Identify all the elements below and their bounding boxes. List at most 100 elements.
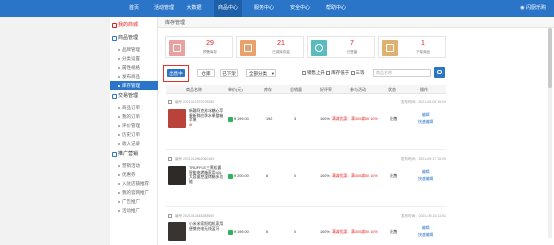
- nav-service[interactable]: 服务中心: [250, 0, 278, 17]
- sidebar-item-my-orders[interactable]: 我的订单: [110, 112, 158, 121]
- quick-edit-link[interactable]: 快速编辑: [418, 120, 433, 125]
- product-rating: 100%: [320, 230, 330, 234]
- sidebar-item-ads[interactable]: 广告推广: [110, 197, 158, 206]
- sidebar-item-activity-promo[interactable]: 活动推广: [110, 206, 158, 215]
- clock-icon: [311, 40, 327, 56]
- nav-bigdata[interactable]: 大数据: [180, 0, 208, 17]
- quick-edit-link[interactable]: 快速编辑: [418, 233, 433, 238]
- row-checkbox[interactable]: [168, 157, 172, 161]
- warehouse-button[interactable]: 仓库: [197, 69, 215, 77]
- row-checkbox[interactable]: [168, 100, 172, 104]
- table-row: 编号 2021012372078280 发布时间：2021-09-05 15:0…: [166, 98, 446, 150]
- product-name[interactable]: TRUFFLE三黑松露智能电烤箱家用40L大容量控温烤箱多功能: [189, 166, 225, 184]
- stat-sold-out[interactable]: 7 已售罄: [307, 36, 375, 58]
- check-sales-up[interactable]: [302, 70, 306, 75]
- row-checkbox[interactable]: [168, 214, 172, 218]
- product-thumbnail[interactable]: [168, 222, 186, 241]
- product-stock: 192: [266, 117, 273, 121]
- col-activity: 参与活动: [350, 87, 366, 92]
- row-time: 发布时间：2021-09-17 15:09: [400, 156, 446, 161]
- sidebar-item-attributes[interactable]: 属性规格: [110, 63, 158, 72]
- cart-icon: [382, 40, 398, 56]
- sidebar-group-my-mall[interactable]: 我的商城: [110, 21, 158, 30]
- scrollbar-thumb[interactable]: [548, 28, 552, 88]
- sidebar-item-brands[interactable]: 品牌管理: [110, 45, 158, 54]
- sidebar: 我的商城 商品管理 品牌管理 分类设置 属性规格 发布商品 库存管理 交易管理 …: [110, 17, 158, 245]
- product-status: 出售: [390, 230, 398, 234]
- sidebar-item-income[interactable]: 收入记录: [110, 139, 158, 148]
- edit-tag-icon[interactable]: [228, 230, 233, 235]
- col-status: 状态: [388, 87, 396, 92]
- scrollbar[interactable]: [548, 28, 552, 238]
- product-activity: 满减优惠：满300减50 10%: [332, 230, 378, 234]
- product-thumbnail[interactable]: [168, 166, 186, 185]
- product-sales: 0: [294, 230, 297, 234]
- nav-products[interactable]: 商品中心: [214, 0, 242, 17]
- search-input[interactable]: 商品名称: [373, 69, 431, 77]
- product-thumbnail[interactable]: [168, 109, 186, 128]
- tab-inventory[interactable]: 库存管理: [165, 19, 185, 26]
- product-activity: 满减优惠：满300减50 10%: [332, 174, 378, 178]
- tab-bar: 库存管理: [158, 17, 554, 28]
- user-menu[interactable]: ◉ 闪厨乐购: [520, 0, 546, 17]
- product-sales: 3: [294, 117, 297, 121]
- search-button[interactable]: [434, 67, 445, 78]
- edit-link[interactable]: 编辑: [422, 170, 430, 175]
- nav-home[interactable]: 首页: [120, 0, 148, 17]
- stat-value: 21: [277, 40, 285, 47]
- stat-warning-stock[interactable]: 29 预警库存: [165, 36, 233, 58]
- sidebar-group-trade[interactable]: 交易管理: [110, 92, 158, 101]
- nav-security[interactable]: 安全中心: [286, 0, 314, 17]
- stat-value: 29: [206, 40, 214, 47]
- category-select[interactable]: 全部分类 ▾: [246, 69, 276, 77]
- product-name[interactable]: 小米米家照相机家用便携充电无线蓝牙: [189, 222, 225, 231]
- product-price: ¥ 199.00: [234, 230, 249, 234]
- col-rating: 好评率: [320, 87, 332, 92]
- col-stock: 库存: [264, 87, 272, 92]
- row-header: 编号 2021012372078280 发布时间：2021-09-05 15:0…: [166, 98, 446, 106]
- col-ops: 操作: [420, 87, 428, 92]
- chevron-down-icon: ▾: [271, 71, 274, 76]
- table-header: 商品名称 单价(元) 库存 总销量 好评率 参与活动 状态 操作: [166, 85, 446, 94]
- sidebar-group-marketing[interactable]: 推广营销: [110, 150, 158, 159]
- quick-edit-link[interactable]: 快速编辑: [418, 177, 433, 182]
- stat-label: 已减库存量: [272, 50, 290, 54]
- sidebar-item-categories[interactable]: 分类设置: [110, 54, 158, 63]
- sidebar-item-shop-recommend[interactable]: 入驻店铺推荐: [110, 179, 158, 188]
- col-price: 单价(元): [228, 87, 243, 92]
- sidebar-item-reviews[interactable]: 评价管理: [110, 121, 158, 130]
- product-name[interactable]: 新疆阿克苏冰糖心苹果新鲜应季水果整箱苹果 df: [189, 109, 225, 127]
- col-sales: 总销量: [290, 87, 302, 92]
- edit-tag-icon[interactable]: [228, 174, 233, 179]
- megaphone-icon: [112, 152, 117, 157]
- sidebar-item-site-promo[interactable]: 我的官网推广: [110, 188, 158, 197]
- check-stock-low[interactable]: [326, 70, 331, 75]
- off-shelf-button[interactable]: 已下架: [220, 69, 238, 77]
- check-third[interactable]: [350, 70, 355, 75]
- sidebar-item-history[interactable]: 历史订单: [110, 130, 158, 139]
- sidebar-item-inventory[interactable]: 库存管理: [110, 81, 158, 90]
- row-number: 编号 2021012448288550: [175, 213, 215, 218]
- table-row: 编号 2021012448288550 发布时间：2021-09-16 11:5…: [166, 212, 446, 245]
- edit-link[interactable]: 编辑: [422, 113, 430, 118]
- nav-help[interactable]: 帮助中心: [322, 0, 350, 17]
- tag-icon: [240, 40, 256, 56]
- on-sale-button[interactable]: 出售中: [167, 69, 185, 77]
- stat-value: 1: [421, 40, 425, 47]
- sidebar-item-product-orders[interactable]: 商品订单: [110, 103, 158, 112]
- row-time: 发布时间：2021-09-16 11:51: [401, 213, 446, 218]
- sidebar-item-campaigns[interactable]: 营销活动: [110, 161, 158, 170]
- sidebar-group-product[interactable]: 商品管理: [110, 34, 158, 43]
- search-icon: [437, 69, 442, 74]
- sidebar-item-publish[interactable]: 发布商品: [110, 72, 158, 81]
- nav-activities[interactable]: 活动管理: [150, 0, 178, 17]
- product-stock: 6: [266, 230, 269, 234]
- bag-icon: [169, 40, 185, 56]
- stat-label: 预警库存: [203, 50, 217, 54]
- stat-reduced-stock[interactable]: 21 已减库存量: [236, 36, 304, 58]
- sidebar-item-coupons[interactable]: 优惠券: [110, 170, 158, 179]
- stat-off-shelf[interactable]: 1 下架商品: [378, 36, 446, 58]
- row-number: 编号 2021012372078280: [175, 99, 215, 104]
- edit-tag-icon[interactable]: [228, 117, 233, 122]
- edit-link[interactable]: 编辑: [422, 226, 430, 231]
